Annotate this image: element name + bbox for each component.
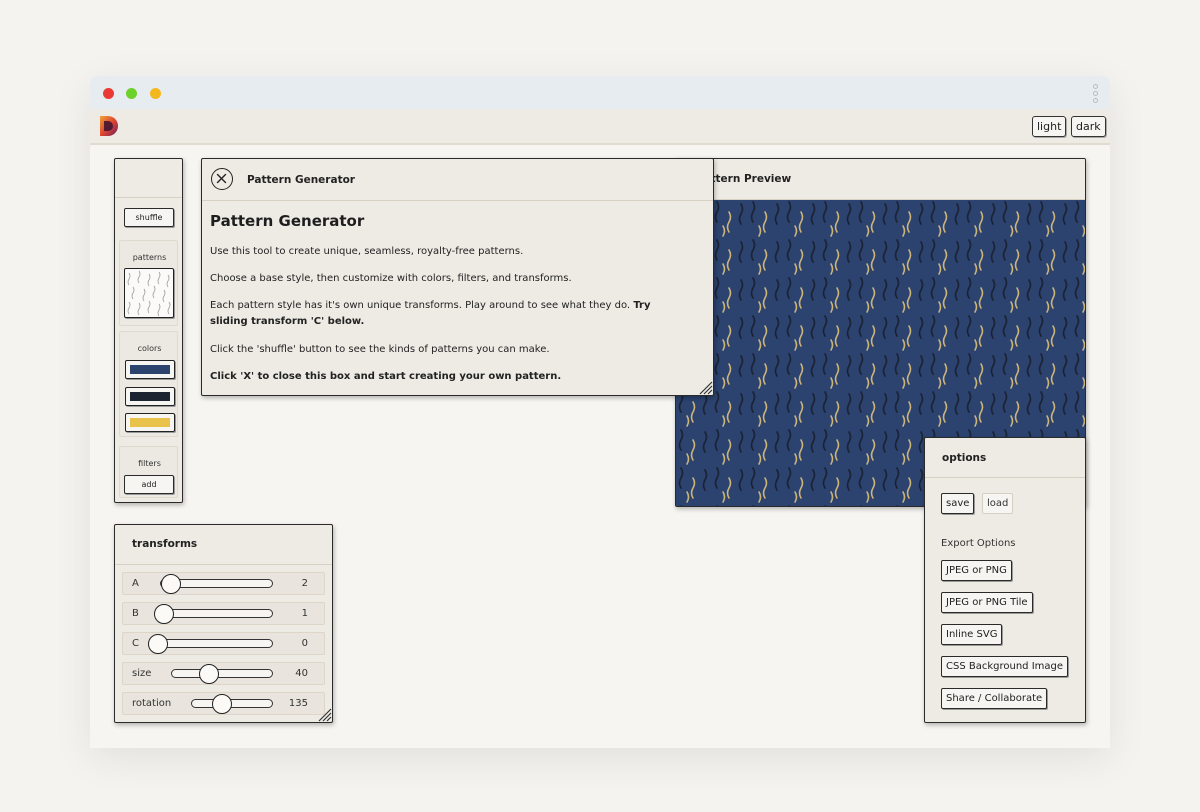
export-jpeg-png-button[interactable]: JPEG or PNG [941,560,1012,581]
dialog-paragraph-2: Choose a base style, then customize with… [210,273,572,284]
filters-label: filters [138,459,161,468]
transform-row-a: A 2 [122,572,325,595]
transform-label: A [132,578,139,589]
dialog-paragraph-5: Click 'X' to close this box and start cr… [210,371,562,382]
pattern-generator-dialog: Pattern Generator Pattern Generator Use … [201,158,714,396]
color-swatch-accent[interactable] [125,413,175,432]
transform-row-b: B 1 [122,602,325,625]
options-panel: options save load Export Options JPEG or… [924,437,1086,723]
shuffle-button[interactable]: shuffle [124,208,174,227]
share-collaborate-button[interactable]: Share / Collaborate [941,688,1048,709]
dialog-heading: Pattern Generator [210,212,365,230]
close-icon [216,173,227,184]
dialog-paragraph-4: Click the 'shuffle' button to see the ki… [210,344,550,355]
export-inline-svg-button[interactable]: Inline SVG [941,624,1003,645]
patterns-label: patterns [132,253,167,262]
transform-b-slider[interactable] [154,604,273,624]
save-button[interactable]: save [941,493,975,514]
dialog-header: Pattern Generator [202,159,713,201]
transforms-title: transforms [132,538,198,550]
transforms-panel: transforms A 2 B 1 C 0 size 40 rotation … [114,524,333,723]
options-header: options [925,438,1085,478]
export-jpeg-png-tile-button[interactable]: JPEG or PNG Tile [941,592,1033,613]
color-swatch-secondary[interactable] [125,387,175,406]
app-logo-icon [100,116,118,136]
colors-section: colors [119,331,178,437]
transform-c-slider[interactable] [148,634,273,654]
slider-thumb[interactable] [154,604,174,624]
minimize-window-button[interactable] [150,88,161,99]
export-css-background-button[interactable]: CSS Background Image [941,656,1069,677]
sidebar-panel: shuffle patterns colors filters add [114,158,183,503]
colors-label: colors [137,344,162,353]
transform-value: 40 [295,668,308,679]
transforms-header: transforms [115,525,332,565]
transform-label: size [132,668,152,679]
slider-thumb[interactable] [199,664,219,684]
more-options-icon[interactable] [1093,84,1099,104]
transform-value: 135 [288,698,308,709]
transform-size-slider[interactable] [171,664,273,684]
resize-handle-icon[interactable] [316,706,332,722]
preview-header: Pattern Preview [676,159,1085,200]
dialog-paragraph-3-text: Each pattern style has it's own unique t… [210,300,631,311]
transform-row-rotation: rotation 135 [122,692,325,715]
close-window-button[interactable] [103,88,114,99]
color-swatch-primary[interactable] [125,360,175,379]
transform-row-size: size 40 [122,662,325,685]
options-title: options [942,452,987,464]
pattern-thumbnail-icon [127,270,171,317]
transform-rotation-slider[interactable] [191,694,273,714]
transform-label: B [132,608,139,619]
patterns-section: patterns [119,240,178,326]
light-theme-button[interactable]: light [1032,116,1067,137]
dialog-header-title: Pattern Generator [247,174,355,186]
load-button[interactable]: load [982,493,1014,514]
slider-thumb[interactable] [212,694,232,714]
transform-value: 0 [301,638,308,649]
dialog-paragraph-3: Each pattern style has it's own unique t… [210,298,680,330]
transform-row-c: C 0 [122,632,325,655]
dark-theme-button[interactable]: dark [1071,116,1106,137]
maximize-window-button[interactable] [126,88,137,99]
slider-thumb[interactable] [161,574,181,594]
resize-handle-icon[interactable] [697,379,713,395]
transform-a-slider[interactable] [160,574,273,594]
app-toolbar: light dark [90,109,1110,145]
dialog-paragraph-1: Use this tool to create unique, seamless… [210,246,524,257]
add-filter-button[interactable]: add [124,475,174,494]
transform-value: 1 [301,608,308,619]
pattern-thumbnail[interactable] [124,268,174,318]
close-dialog-button[interactable] [211,168,233,190]
slider-thumb[interactable] [148,634,168,654]
title-bar [90,76,1110,109]
export-options-label: Export Options [941,538,1016,549]
filters-section: filters add [119,446,178,498]
transform-label: rotation [132,698,172,709]
transform-value: 2 [301,578,308,589]
transform-label: C [132,638,139,649]
browser-window: light dark shuffle patterns colors filte… [90,76,1110,748]
